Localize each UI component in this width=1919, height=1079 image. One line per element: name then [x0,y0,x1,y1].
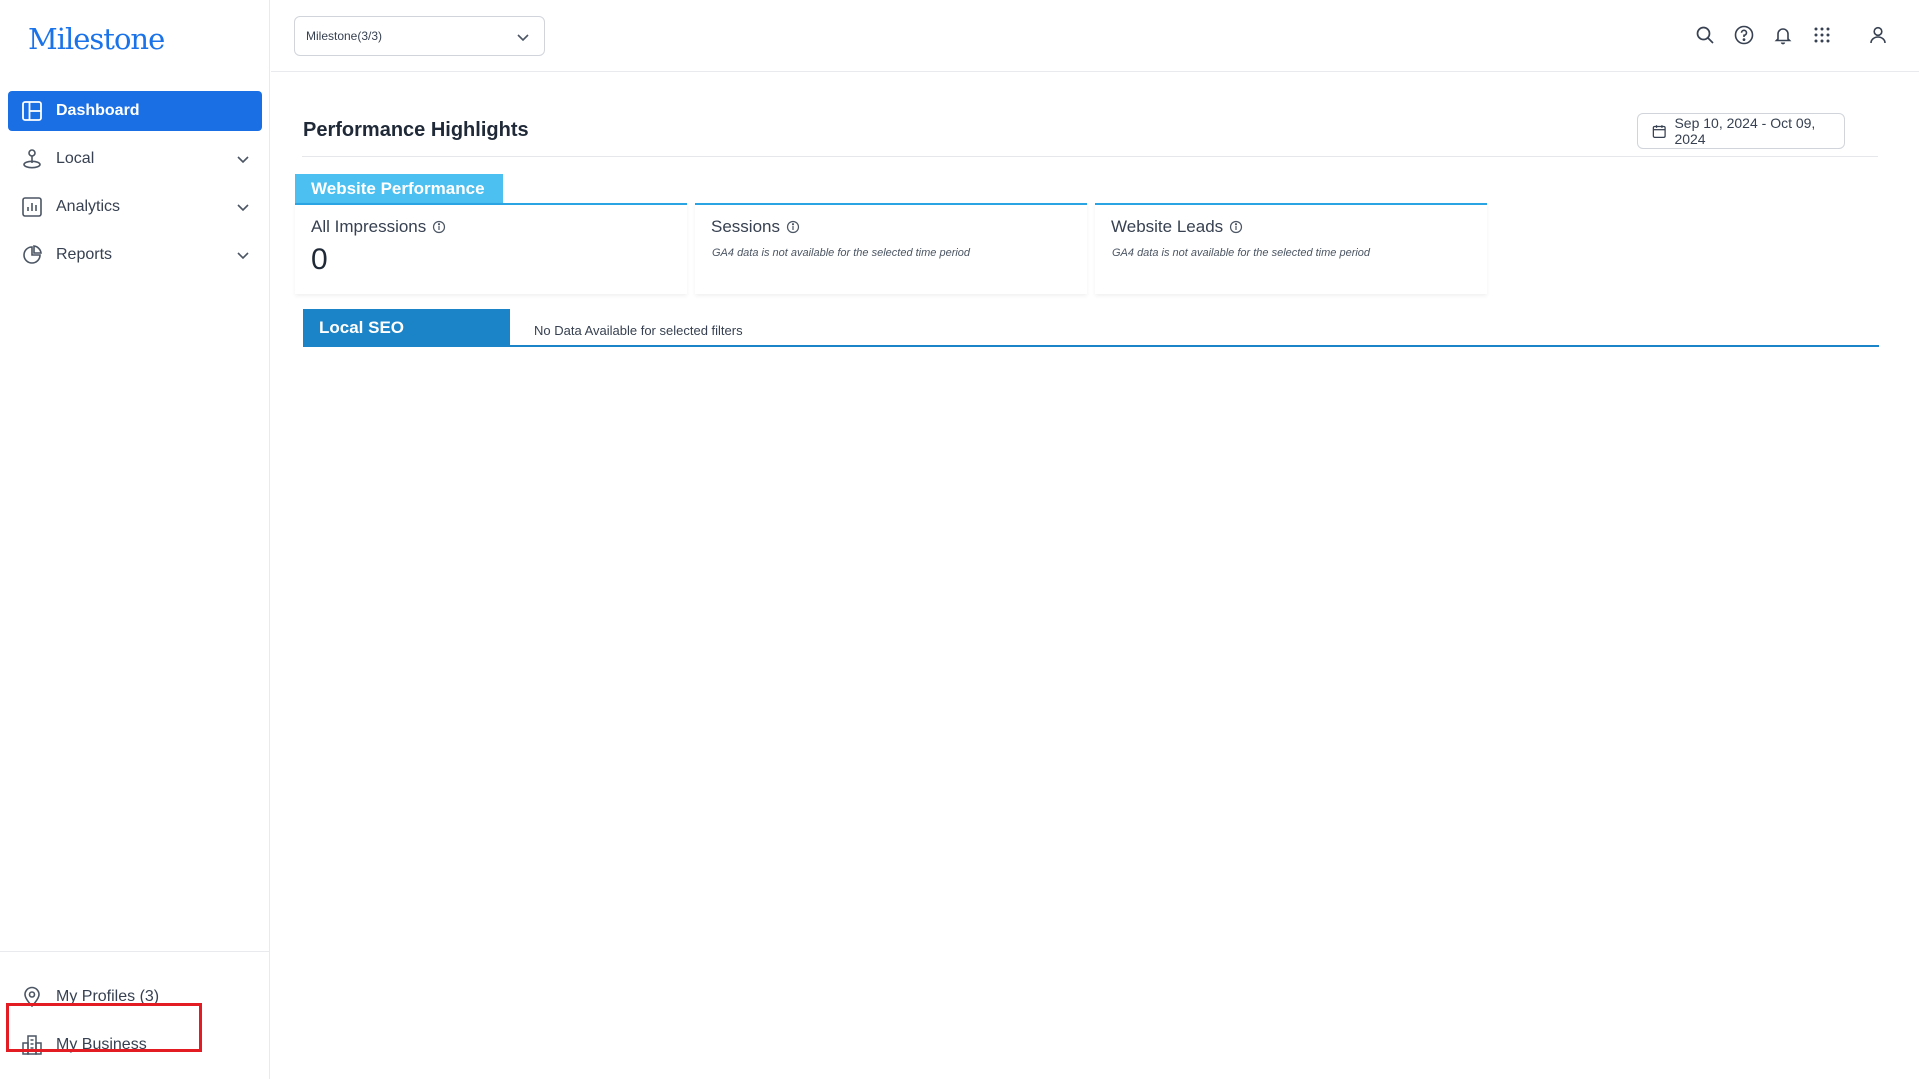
info-icon[interactable] [432,220,446,234]
card-title: All Impressions [311,217,671,237]
sessions-card: Sessions GA4 data is not available for t… [695,203,1087,294]
date-range-label: Sep 10, 2024 - Oct 09, 2024 [1674,115,1816,147]
chevron-down-icon[interactable] [234,246,252,264]
chevron-down-icon[interactable] [234,150,252,168]
location-pin-person-icon [20,147,44,171]
card-title-text: Website Leads [1111,217,1224,236]
milestone-logo[interactable]: Milestone [28,22,165,56]
card-value: 0 [311,243,328,276]
app-root: Milestone Dashboard Local Analytics Repo… [0,0,1919,1079]
main-content: Performance Highlights Sep 10, 2024 - Oc… [271,73,1919,1079]
topbar-icons [1679,22,1891,48]
all-impressions-card: All Impressions 0 [295,203,687,294]
info-icon[interactable] [786,220,800,234]
pie-chart-icon [20,243,44,267]
sidebar-item-label: Local [56,150,95,167]
info-icon[interactable] [1229,220,1243,234]
chevron-down-icon[interactable] [234,198,252,216]
sidebar-item-label: Analytics [56,198,121,215]
chevron-down-icon [517,34,529,42]
help-icon[interactable] [1731,22,1757,48]
sidebar-item-analytics[interactable]: Analytics [8,187,262,227]
website-leads-card: Website Leads GA4 data is not available … [1095,203,1487,294]
bar-chart-icon [20,195,44,219]
sidebar-bottom-section: My Profiles (3) My Business [0,951,270,1055]
local-seo-underline [303,345,1879,347]
account-selector-value: Milestone(3/3) [306,29,383,43]
sidebar-item-label: Reports [56,246,113,263]
sidebar-item-local[interactable]: Local [8,139,262,179]
card-title-text: Sessions [711,217,780,236]
bell-icon[interactable] [1770,22,1796,48]
topbar: Milestone(3/3) [271,0,1919,72]
no-data-message: No Data Available for selected filters [534,323,743,338]
local-seo-tab[interactable]: Local SEO [303,309,510,346]
sidebar-item-label: Dashboard [56,102,140,119]
account-selector-dropdown[interactable]: Milestone(3/3) [294,16,545,56]
apps-grid-icon[interactable] [1809,22,1835,48]
website-performance-tab[interactable]: Website Performance [295,174,503,204]
sidebar: Milestone Dashboard Local Analytics Repo… [0,0,270,1079]
card-title: Sessions [711,217,1071,237]
highlight-annotation-box [6,1003,202,1052]
card-note: GA4 data is not available for the select… [1112,247,1371,259]
card-note: GA4 data is not available for the select… [712,247,971,259]
calendar-icon [1652,124,1666,138]
divider [302,156,1878,157]
search-icon[interactable] [1692,22,1718,48]
page-title: Performance Highlights [303,119,529,141]
sidebar-item-dashboard[interactable]: Dashboard [8,91,262,131]
card-title: Website Leads [1111,217,1471,237]
card-title-text: All Impressions [311,217,427,236]
date-range-picker[interactable]: Sep 10, 2024 - Oct 09, 2024 [1637,113,1845,149]
user-icon[interactable] [1865,22,1891,48]
dashboard-icon [20,99,44,123]
sidebar-item-reports[interactable]: Reports [8,235,262,275]
